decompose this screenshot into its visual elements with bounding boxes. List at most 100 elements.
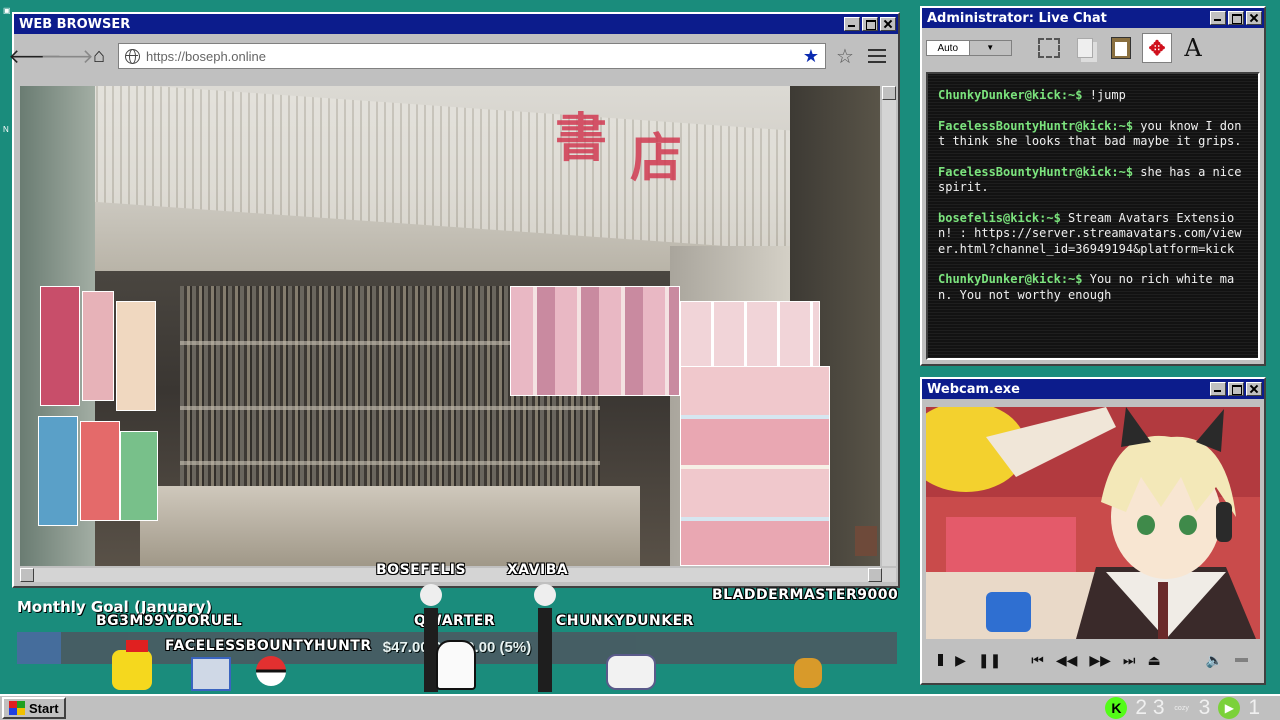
browser-titlebar[interactable]: WEB BROWSER (14, 14, 898, 34)
magazine-wall (680, 301, 820, 376)
chat-username: ChunkyDunker@kick:~$ (938, 88, 1083, 102)
magazine-rack (680, 366, 830, 566)
chat-message: FacelessBountyHuntr@kick:~$ she has a ni… (938, 165, 1248, 196)
person-thumbnail (855, 526, 877, 556)
scroll-left-button[interactable] (20, 568, 34, 582)
avatar-name: BLADDERMASTER9000 (712, 587, 899, 603)
magazine (38, 416, 78, 526)
copy-tool[interactable] (1070, 33, 1100, 63)
close-button[interactable] (880, 17, 896, 31)
magazine (80, 421, 120, 521)
kick-icon[interactable]: K (1105, 697, 1128, 719)
eject-icon[interactable]: ⏏ (1148, 652, 1161, 669)
start-button[interactable]: Start (2, 697, 66, 719)
avatar-name: XAVIBA (507, 562, 569, 578)
clipboard-icon (1111, 37, 1131, 59)
vertical-scrollbar[interactable] (882, 86, 896, 566)
chat-log[interactable]: ChunkyDunker@kick:~$ !jump FacelessBount… (926, 72, 1260, 360)
maximize-button[interactable] (1228, 11, 1244, 25)
vtuber-avatar-image (926, 407, 1260, 639)
avatar-name: CHUNKYDUNKER (556, 613, 694, 629)
magazine-wall (510, 286, 680, 396)
move-tool[interactable]: ✥ (1142, 33, 1172, 63)
close-button[interactable] (1246, 11, 1262, 25)
paste-tool[interactable] (1106, 33, 1136, 63)
tray-counter: 3 (1198, 696, 1211, 719)
move-icon: ✥ (1148, 37, 1166, 60)
chat-username: FacelessBountyHuntr@kick:~$ (938, 164, 1134, 179)
minimize-button[interactable] (844, 17, 860, 31)
magazine (82, 291, 114, 401)
volume-slider[interactable] (1235, 658, 1248, 662)
avatar-name: BOSEFELIS (376, 562, 467, 578)
pause-icon[interactable]: ❚❚ (978, 652, 1001, 669)
volume-icon[interactable]: 🔈 (1206, 652, 1223, 669)
webcam-title: Webcam.exe (927, 381, 1020, 397)
skeleton-sprite (528, 584, 562, 692)
video-frame[interactable]: 書 店 (20, 86, 880, 566)
skip-back-icon[interactable]: ⏮ (1031, 652, 1044, 669)
bookmark-star-icon[interactable]: ★ (803, 46, 819, 67)
font-icon: A (1184, 34, 1202, 62)
webcam-window: Webcam.exe ▶ ❚❚ ⏮ ◀◀ ▶▶ ⏭ ⏏ 🔈 (920, 377, 1266, 685)
star-outline-icon[interactable]: ☆ (832, 44, 858, 69)
skip-forward-icon[interactable]: ⏭ (1123, 652, 1136, 669)
shelf-edge (180, 406, 600, 410)
desktop-icon[interactable]: N (3, 125, 11, 134)
webcam-view (926, 407, 1260, 639)
chat-message: FacelessBountyHuntr@kick:~$ you know I d… (938, 119, 1248, 150)
counter (140, 486, 640, 566)
shop-sign-char: 店 (630, 128, 683, 189)
forward-arrow-icon[interactable]: 🡒 (40, 43, 94, 69)
close-button[interactable] (1246, 382, 1262, 396)
chat-window: Administrator: Live Chat Auto ▼ ✥ A Chun… (920, 6, 1266, 366)
bee-sprite (788, 650, 828, 692)
desktop-icon[interactable]: ▣ (3, 6, 11, 15)
copy-icon (1077, 38, 1093, 58)
start-label: Start (29, 700, 59, 716)
url-text[interactable]: https://boseph.online (146, 49, 797, 64)
fast-forward-icon[interactable]: ▶▶ (1089, 652, 1111, 669)
menu-icon[interactable] (864, 49, 890, 63)
chat-toolbar: Auto ▼ ✥ A (922, 28, 1264, 68)
magazine (116, 301, 156, 411)
taskbar: Start K 2 3 cozy 3 ▶ 1 (0, 694, 1280, 720)
minimize-button[interactable] (1210, 11, 1226, 25)
chat-username: ChunkyDunker@kick:~$ (938, 272, 1083, 286)
dragon-sprite (596, 642, 666, 692)
media-controls: ▶ ❚❚ ⏮ ◀◀ ▶▶ ⏭ ⏏ 🔈 (926, 645, 1260, 675)
marquee-icon (1038, 38, 1060, 58)
browser-title: WEB BROWSER (19, 16, 131, 32)
windows-logo-icon (9, 701, 25, 715)
chevron-down-icon[interactable]: ▼ (968, 41, 1011, 55)
chat-titlebar[interactable]: Administrator: Live Chat (922, 8, 1264, 28)
stop-icon[interactable] (938, 654, 944, 666)
robot-sprite (186, 652, 236, 692)
cozy-label: cozy (1174, 704, 1189, 712)
home-icon[interactable]: ⌂ (86, 43, 112, 69)
scroll-up-button[interactable] (882, 86, 896, 100)
shop-sign-char: 書 (555, 108, 608, 169)
select-tool[interactable] (1034, 33, 1064, 63)
font-tool[interactable]: A (1178, 33, 1208, 63)
chat-title: Administrator: Live Chat (927, 10, 1107, 26)
chat-message: bosefelis@kick:~$ Stream Avatars Extensi… (938, 211, 1248, 258)
shelf-edge (180, 461, 600, 465)
scroll-right-button[interactable] (868, 568, 882, 582)
play-icon[interactable]: ▶ (955, 652, 966, 669)
minimize-button[interactable] (1210, 382, 1226, 396)
maximize-button[interactable] (1228, 382, 1244, 396)
address-bar[interactable]: https://boseph.online ★ (118, 43, 826, 69)
maximize-button[interactable] (862, 17, 878, 31)
chat-message: ChunkyDunker@kick:~$ !jump (938, 88, 1248, 104)
rewind-icon[interactable]: ◀◀ (1056, 652, 1078, 669)
play-icon[interactable]: ▶ (1218, 697, 1241, 719)
browser-toolbar: 🡐 🡒 ⌂ https://boseph.online ★ ☆ (8, 34, 898, 78)
webcam-titlebar[interactable]: Webcam.exe (922, 379, 1264, 399)
chat-message: ChunkyDunker@kick:~$ You no rich white m… (938, 272, 1248, 303)
globe-icon (125, 48, 140, 64)
tray-counter: 2 3 (1135, 696, 1165, 719)
chat-username: FacelessBountyHuntr@kick:~$ (938, 118, 1134, 133)
avatar-name: BG3M99YDORUEL (96, 613, 243, 629)
font-size-select[interactable]: Auto ▼ (926, 40, 1012, 56)
